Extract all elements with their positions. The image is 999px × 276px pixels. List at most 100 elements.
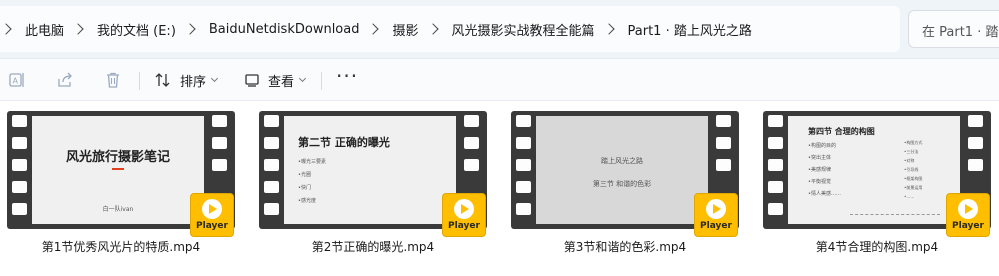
- command-bar: A 排序 查看 ···: [0, 58, 999, 101]
- film-hole: [516, 115, 531, 127]
- slide-bullet: •平衡视觉: [808, 179, 831, 185]
- film-hole: [464, 137, 479, 149]
- view-button[interactable]: 查看: [244, 59, 307, 101]
- chevron-right-icon[interactable]: [0, 23, 12, 35]
- film-hole: [264, 137, 279, 149]
- slide-line: 踏上风光之路: [601, 157, 643, 165]
- film-hole: [768, 203, 783, 215]
- film-hole: [464, 115, 479, 127]
- slide-subtitle: 白一队ivan: [102, 206, 134, 213]
- video-frame: 风光旅行摄影笔记 白一队ivan: [32, 116, 204, 224]
- slide-bullet: •曝光三要素: [298, 159, 326, 165]
- film-hole: [768, 181, 783, 193]
- rename-button[interactable]: A: [8, 59, 26, 101]
- film-hole: [768, 137, 783, 149]
- chevron-right-icon[interactable]: [184, 23, 196, 35]
- slide-bullet: •对称: [904, 158, 915, 163]
- film-hole: [264, 181, 279, 193]
- player-badge-label: Player: [700, 221, 732, 231]
- film-hole: [768, 159, 783, 171]
- rename-icon: A: [8, 71, 26, 89]
- film-hole: [968, 115, 983, 127]
- slide-bullet: •……: [904, 194, 915, 199]
- film-hole: [768, 115, 783, 127]
- toolbar-divider: [321, 72, 322, 90]
- play-icon: [958, 199, 978, 219]
- video-frame: 第二节 正确的曝光 •曝光三要素 •光圈 •快门 •感光度: [284, 116, 456, 224]
- slide-bullet: •前景运用: [904, 185, 923, 190]
- film-hole: [12, 115, 27, 127]
- chevron-right-icon[interactable]: [72, 23, 84, 35]
- film-hole: [968, 159, 983, 171]
- breadcrumb-item-part1[interactable]: Part1 · 踏上风光之路: [628, 20, 752, 39]
- film-hole: [516, 159, 531, 171]
- player-badge: Player: [694, 193, 738, 237]
- file-name[interactable]: 第2节正确的曝光.mp4: [259, 238, 487, 255]
- chevron-right-icon[interactable]: [426, 23, 439, 35]
- file-item[interactable]: 踏上风光之路 第三节 和谐的色彩 Player 第3节和谐的色彩.mp4: [511, 111, 763, 271]
- film-hole: [12, 181, 27, 193]
- slide-bullet: •三分法: [904, 149, 919, 154]
- film-hole: [12, 203, 27, 215]
- slide-bullet: •突出主体: [808, 155, 831, 161]
- toolbar-divider: [139, 72, 140, 90]
- address-bar: 此电脑 我的文档 (E:) BaiduNetdiskDownload 摄影 风光…: [0, 0, 999, 58]
- film-hole: [264, 203, 279, 215]
- sort-button[interactable]: 排序: [154, 59, 219, 101]
- play-icon: [706, 199, 726, 219]
- file-name[interactable]: 第4节合理的构图.mp4: [763, 238, 991, 255]
- film-hole: [516, 203, 531, 215]
- slide-bullet: •引导线: [904, 167, 919, 172]
- sort-label: 排序: [180, 74, 207, 90]
- breadcrumb[interactable]: 此电脑 我的文档 (E:) BaiduNetdiskDownload 摄影 风光…: [0, 6, 900, 52]
- player-badge: Player: [442, 193, 486, 237]
- chevron-right-icon[interactable]: [367, 23, 380, 35]
- film-hole: [716, 115, 731, 127]
- share-button[interactable]: [56, 59, 74, 101]
- video-thumbnail: 第四节 合理的构图 •构图的目的 •突出主体 •美感规律 •平衡视觉 •情人美感…: [763, 111, 991, 237]
- more-options-button[interactable]: ···: [336, 59, 358, 101]
- chevron-down-icon: [210, 74, 219, 82]
- file-item[interactable]: 风光旅行摄影笔记 白一队ivan Player 第1节优秀风光片的特质.mp4: [7, 111, 259, 271]
- player-badge: Player: [946, 193, 990, 237]
- file-name[interactable]: 第1节优秀风光片的特质.mp4: [7, 238, 235, 255]
- file-item[interactable]: 第四节 合理的构图 •构图的目的 •突出主体 •美感规律 •平衡视觉 •情人美感…: [763, 111, 999, 271]
- view-label: 查看: [268, 74, 295, 90]
- slide-bullet: •构图方式: [904, 140, 923, 145]
- chevron-right-icon[interactable]: [602, 23, 615, 35]
- breadcrumb-item-photography[interactable]: 摄影: [392, 20, 418, 39]
- film-hole: [212, 159, 227, 171]
- video-thumbnail: 风光旅行摄影笔记 白一队ivan Player: [7, 111, 235, 237]
- slide-line: 第三节 和谐的色彩: [592, 180, 652, 188]
- slide-footer-line: [850, 214, 940, 216]
- player-badge-label: Player: [196, 221, 228, 231]
- player-badge-label: Player: [952, 221, 984, 231]
- video-thumbnail: 踏上风光之路 第三节 和谐的色彩 Player: [511, 111, 739, 237]
- player-badge: Player: [190, 193, 234, 237]
- play-icon: [454, 199, 474, 219]
- film-hole: [264, 115, 279, 127]
- slide-bullet: •感光度: [298, 198, 316, 204]
- slide-accent-line: [112, 168, 124, 170]
- slide-bullet: •快门: [298, 185, 311, 191]
- player-badge-label: Player: [448, 221, 480, 231]
- file-item[interactable]: 第二节 正确的曝光 •曝光三要素 •光圈 •快门 •感光度 Player 第2节…: [259, 111, 511, 271]
- film-hole: [212, 137, 227, 149]
- slide-title: 第二节 正确的曝光: [298, 136, 390, 149]
- film-hole: [12, 159, 27, 171]
- file-name[interactable]: 第3节和谐的色彩.mp4: [511, 238, 739, 255]
- breadcrumb-item-drive[interactable]: 我的文档 (E:): [97, 20, 176, 39]
- search-input[interactable]: 在 Part1 · 踏上风光之路 中搜索: [908, 10, 999, 48]
- sort-icon: [154, 71, 172, 89]
- film-hole: [12, 137, 27, 149]
- play-icon: [202, 199, 222, 219]
- film-hole: [716, 137, 731, 149]
- film-hole: [464, 159, 479, 171]
- film-hole: [516, 181, 531, 193]
- breadcrumb-item-this-pc[interactable]: 此电脑: [25, 20, 64, 39]
- breadcrumb-item-download[interactable]: BaiduNetdiskDownload: [209, 22, 360, 37]
- film-hole: [968, 137, 983, 149]
- breadcrumb-item-course[interactable]: 风光摄影实战教程全能篇: [452, 20, 595, 39]
- view-icon: [244, 72, 260, 88]
- delete-button[interactable]: [104, 59, 122, 101]
